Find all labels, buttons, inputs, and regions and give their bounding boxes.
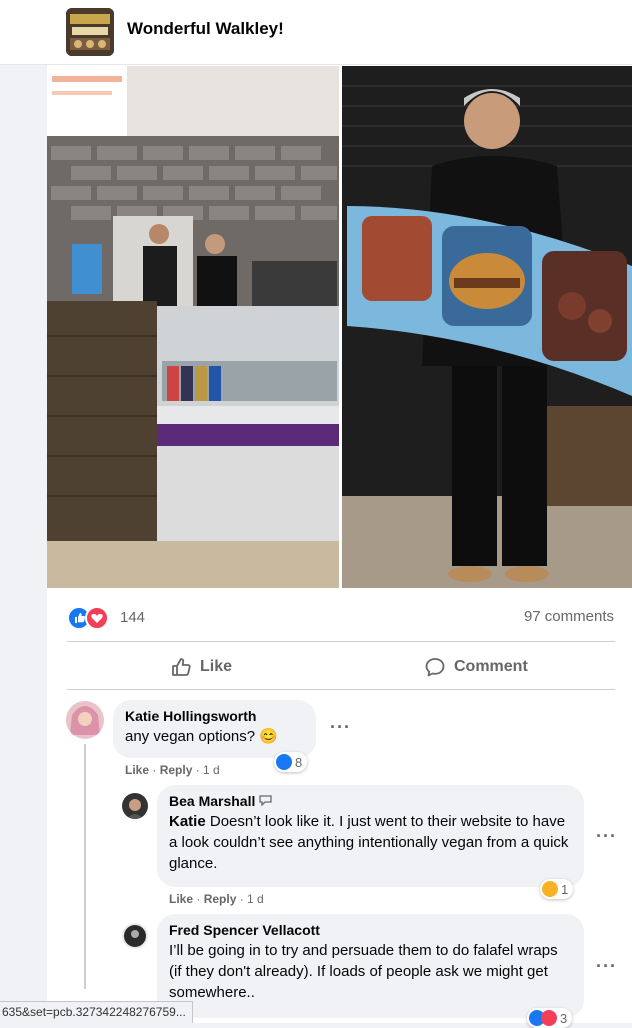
reply-avatar[interactable]: [122, 793, 148, 819]
post-photo-shop[interactable]: [47, 66, 339, 588]
comment-time[interactable]: 1 d: [203, 763, 220, 777]
reply-reactions[interactable]: 3: [527, 1008, 573, 1028]
top-fan-icon: [259, 795, 272, 807]
reply-thread-line: [84, 744, 86, 989]
like-button[interactable]: Like: [170, 656, 232, 678]
post-photo-banner[interactable]: [342, 66, 632, 588]
reply-text: I’ll be going in to try and persuade the…: [169, 942, 558, 1001]
group-title[interactable]: Wonderful Walkley!: [127, 19, 284, 39]
reply-reactions[interactable]: 1: [540, 879, 574, 899]
reply-meta: Like · Reply · 1 d: [169, 892, 264, 906]
reply-author-name: Bea Marshall: [169, 793, 256, 809]
comment-bubble-icon: [425, 658, 445, 677]
sad-reaction-icon: [542, 881, 558, 897]
post-header: Wonderful Walkley!: [0, 0, 632, 65]
commenter-avatar[interactable]: [66, 701, 104, 739]
like-button-label: Like: [200, 658, 233, 675]
reply-author[interactable]: Bea Marshall: [169, 793, 572, 809]
reply-bubble: Bea Marshall Katie Doesn’t look like it.…: [157, 785, 584, 887]
comment-bubble: Katie Hollingsworth any vegan options? 😊: [113, 700, 316, 758]
comment-reactions[interactable]: 8: [274, 752, 308, 772]
reply-reaction-count: 1: [561, 881, 569, 897]
thumbs-up-icon: [172, 658, 191, 676]
comment-text: any vegan options? 😊: [125, 728, 278, 745]
more-options-icon[interactable]: ···: [330, 717, 351, 738]
divider: [67, 641, 615, 642]
comment-like-link[interactable]: Like: [125, 763, 149, 777]
love-reaction-icon: [541, 1010, 557, 1026]
mention-link[interactable]: Katie: [169, 813, 206, 830]
divider: [67, 689, 615, 690]
reaction-icons[interactable]: [67, 606, 109, 630]
reply-author[interactable]: Fred Spencer Vellacott: [169, 922, 572, 938]
comment-author[interactable]: Katie Hollingsworth: [125, 708, 304, 724]
reply-time[interactable]: 1 d: [247, 892, 264, 906]
comment-reaction-count: 8: [295, 754, 303, 770]
comment-button[interactable]: Comment: [424, 656, 528, 678]
reactions-count[interactable]: 144: [120, 609, 145, 626]
comment-button-label: Comment: [454, 658, 528, 675]
comment-meta: Like · Reply · 1 d: [125, 763, 220, 777]
group-avatar[interactable]: [66, 8, 114, 56]
more-options-icon[interactable]: ···: [596, 956, 617, 977]
left-gutter: [0, 0, 47, 1023]
reply-like-link[interactable]: Like: [169, 892, 193, 906]
reply-reaction-count: 3: [560, 1010, 568, 1026]
reply-text: Katie Doesn’t look like it. I just went …: [169, 813, 568, 872]
reply-body: Doesn’t look like it. I just went to the…: [169, 813, 569, 872]
reply-avatar[interactable]: [122, 923, 148, 949]
browser-status-url: 635&set=pcb.327342248276759...: [0, 1001, 193, 1023]
more-options-icon[interactable]: ···: [596, 826, 617, 847]
like-reaction-icon: [276, 754, 292, 770]
reply-reply-link[interactable]: Reply: [204, 892, 237, 906]
comments-count[interactable]: 97 comments: [524, 608, 614, 625]
reply-bubble: Fred Spencer Vellacott I’ll be going in …: [157, 914, 584, 1018]
love-reaction-icon: [85, 606, 109, 630]
comment-reply-link[interactable]: Reply: [160, 763, 193, 777]
